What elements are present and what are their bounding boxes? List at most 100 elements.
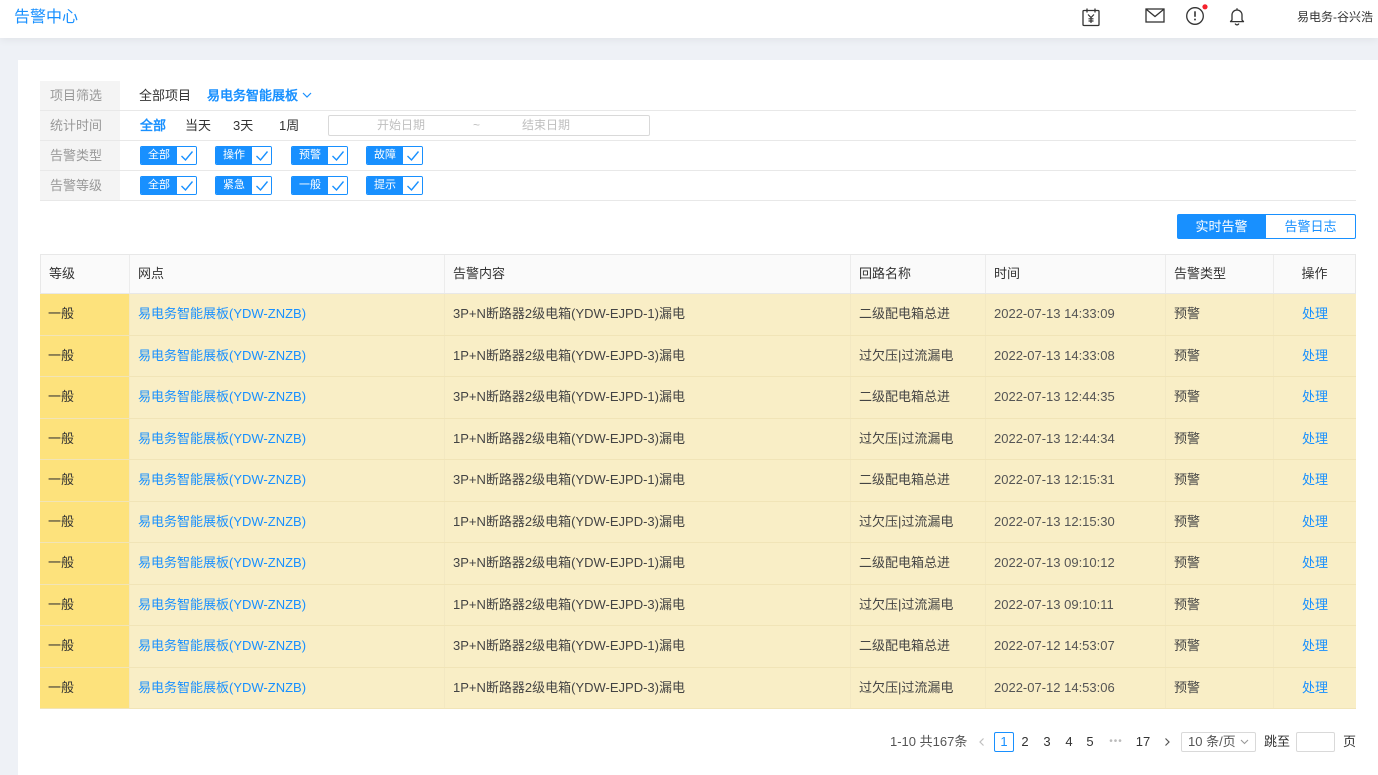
tab-alarm-log[interactable]: 告警日志 [1266, 214, 1356, 239]
site-link[interactable]: 易电务智能展板(YDW-ZNZB) [138, 431, 306, 446]
calendar-yen-icon[interactable] [1081, 7, 1101, 27]
alarm-content-text: 1P+N断路器2级电箱(YDW-EJPD-3)漏电 [453, 347, 685, 363]
filter-row-alarm-level: 告警等级 全部 紧急 一般 提示 [40, 171, 1356, 201]
alarm-content-cell: 1P+N断路器2级电箱(YDW-EJPD-3)漏电 [445, 418, 851, 459]
circuit-name-cell: 二级配电箱总进 [851, 377, 986, 418]
site-link[interactable]: 易电务智能展板(YDW-ZNZB) [138, 389, 306, 404]
action-cell: 处理 [1274, 543, 1356, 584]
page-size-value: 10 条/页 [1188, 734, 1236, 749]
chevron-left-icon[interactable] [977, 737, 987, 747]
main-card: 项目筛选 全部项目 易电务智能展板 统计时间 全部 当天 3天 1周 开始日期 … [18, 60, 1378, 775]
alarm-type-cell: 预警 [1166, 501, 1274, 542]
alarm-type-tag-warning[interactable]: 预警 [291, 146, 348, 165]
page-ellipsis[interactable]: ••• [1104, 732, 1128, 752]
circuit-name-cell: 二级配电箱总进 [851, 294, 986, 335]
time-option-3days[interactable]: 3天 [233, 111, 253, 140]
page-1[interactable]: 1 [994, 732, 1014, 752]
action-cell: 处理 [1274, 668, 1356, 709]
circuit-name-text: 二级配电箱总进 [859, 389, 951, 404]
alarm-level-tag-notice[interactable]: 提示 [366, 176, 423, 195]
site-link[interactable]: 易电务智能展板(YDW-ZNZB) [138, 555, 306, 570]
page-size-select[interactable]: 10 条/页 [1181, 732, 1256, 752]
alarm-type-text: 预警 [1174, 347, 1201, 363]
alarm-type-tag-fault[interactable]: 故障 [366, 146, 423, 165]
tag-label: 全部 [141, 177, 177, 194]
check-icon [180, 180, 193, 191]
handle-link[interactable]: 处理 [1302, 348, 1328, 363]
page-3[interactable]: 3 [1037, 732, 1057, 752]
handle-link[interactable]: 处理 [1302, 306, 1328, 321]
alarm-type-tag-operation[interactable]: 操作 [215, 146, 272, 165]
tag-label: 故障 [367, 147, 403, 164]
site-link[interactable]: 易电务智能展板(YDW-ZNZB) [138, 597, 306, 612]
checkbox[interactable] [252, 147, 271, 164]
checkbox[interactable] [403, 177, 422, 194]
alarm-content-cell: 1P+N断路器2级电箱(YDW-EJPD-3)漏电 [445, 335, 851, 376]
level-cell: 一般 [40, 377, 130, 418]
handle-link[interactable]: 处理 [1302, 680, 1328, 695]
alarm-level-tag-normal[interactable]: 一般 [291, 176, 348, 195]
end-date-placeholder[interactable]: 结束日期 [522, 116, 570, 135]
level-text: 一般 [48, 638, 75, 653]
site-cell: 易电务智能展板(YDW-ZNZB) [130, 460, 445, 501]
checkbox[interactable] [403, 147, 422, 164]
chevron-down-icon[interactable] [302, 92, 312, 99]
page-2[interactable]: 2 [1015, 732, 1035, 752]
alarm-type-tag-all[interactable]: 全部 [140, 146, 197, 165]
level-text: 一般 [48, 472, 75, 487]
level-text: 一般 [48, 430, 75, 446]
site-link[interactable]: 易电务智能展板(YDW-ZNZB) [138, 638, 306, 653]
jump-page-input[interactable] [1296, 732, 1335, 752]
time-option-1week[interactable]: 1周 [279, 111, 299, 140]
tab-realtime-alarm[interactable]: 实时告警 [1177, 214, 1266, 239]
date-range-picker[interactable]: 开始日期 ~ 结束日期 [328, 115, 650, 136]
site-link[interactable]: 易电务智能展板(YDW-ZNZB) [138, 472, 306, 487]
alarm-level-tag-all[interactable]: 全部 [140, 176, 197, 195]
table-row: 一般 易电务智能展板(YDW-ZNZB) 3P+N断路器2级电箱(YDW-EJPD-… [40, 543, 1356, 585]
alarm-content-cell: 3P+N断路器2级电箱(YDW-EJPD-1)漏电 [445, 377, 851, 418]
handle-link[interactable]: 处理 [1302, 514, 1328, 529]
bell-icon[interactable] [1227, 6, 1247, 26]
checkbox[interactable] [177, 147, 196, 164]
alarm-type-cell: 预警 [1166, 584, 1274, 625]
checkbox[interactable] [177, 177, 196, 194]
handle-link[interactable]: 处理 [1302, 597, 1328, 612]
table-row: 一般 易电务智能展板(YDW-ZNZB) 1P+N断路器2级电箱(YDW-EJPD-… [40, 667, 1356, 709]
start-date-placeholder[interactable]: 开始日期 [377, 116, 425, 135]
chevron-right-icon[interactable] [1162, 737, 1172, 747]
alarm-content-text: 1P+N断路器2级电箱(YDW-EJPD-3)漏电 [453, 430, 685, 446]
project-all-option[interactable]: 全部项目 [139, 81, 191, 110]
page-last[interactable]: 17 [1133, 732, 1153, 752]
checkbox[interactable] [252, 177, 271, 194]
alarm-level-tag-urgent[interactable]: 紧急 [215, 176, 272, 195]
time-option-all[interactable]: 全部 [140, 111, 166, 140]
time-option-today[interactable]: 当天 [185, 111, 211, 140]
handle-link[interactable]: 处理 [1302, 472, 1328, 487]
site-cell: 易电务智能展板(YDW-ZNZB) [130, 418, 445, 459]
alarm-type-cell: 预警 [1166, 335, 1274, 376]
table-row: 一般 易电务智能展板(YDW-ZNZB) 3P+N断路器2级电箱(YDW-EJPD-… [40, 377, 1356, 419]
user-name[interactable]: 易电务-谷兴浩 [1297, 0, 1378, 34]
site-link[interactable]: 易电务智能展板(YDW-ZNZB) [138, 514, 306, 529]
alarm-content-text: 3P+N断路器2级电箱(YDW-EJPD-1)漏电 [453, 472, 685, 487]
page-5[interactable]: 5 [1080, 732, 1100, 752]
mail-icon[interactable] [1145, 8, 1165, 23]
alarm-time-text: 2022-07-13 09:10:11 [994, 596, 1114, 612]
filter-row-alarm-type: 告警类型 全部 操作 预警 故障 [40, 141, 1356, 171]
checkbox[interactable] [328, 147, 347, 164]
project-select[interactable]: 易电务智能展板 [207, 81, 298, 110]
check-icon [406, 180, 419, 191]
site-link[interactable]: 易电务智能展板(YDW-ZNZB) [138, 348, 306, 363]
handle-link[interactable]: 处理 [1302, 638, 1328, 653]
jump-label: 跳至 [1264, 734, 1291, 749]
handle-link[interactable]: 处理 [1302, 555, 1328, 570]
column-header-time: 时间 [986, 255, 1166, 293]
page-4[interactable]: 4 [1059, 732, 1079, 752]
alert-icon[interactable] [1185, 4, 1209, 26]
handle-link[interactable]: 处理 [1302, 389, 1328, 404]
site-link[interactable]: 易电务智能展板(YDW-ZNZB) [138, 306, 306, 321]
checkbox[interactable] [328, 177, 347, 194]
handle-link[interactable]: 处理 [1302, 431, 1328, 446]
alarm-time-text: 2022-07-13 14:33:08 [994, 347, 1115, 363]
site-link[interactable]: 易电务智能展板(YDW-ZNZB) [138, 680, 306, 695]
